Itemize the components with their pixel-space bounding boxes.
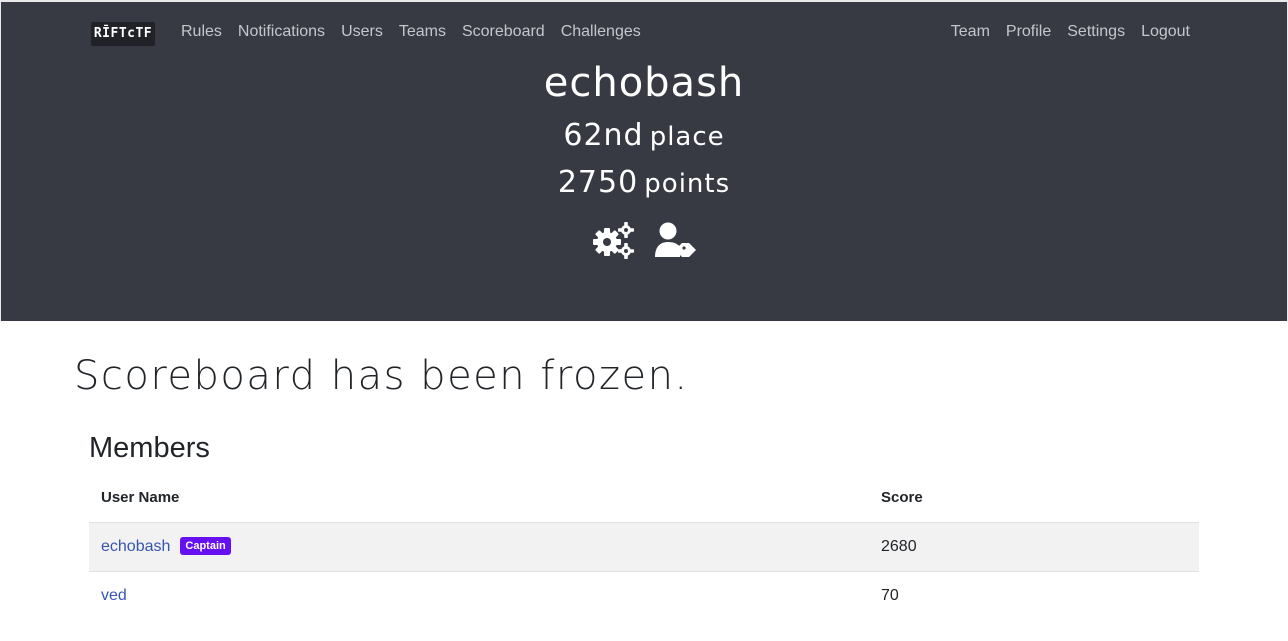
team-actions bbox=[1, 221, 1287, 259]
scoreboard-frozen-notice: Scoreboard has been frozen. bbox=[74, 353, 689, 399]
user-tag-icon[interactable] bbox=[653, 221, 697, 259]
nav-challenges-link[interactable]: Challenges bbox=[553, 21, 649, 43]
table-row: echobash Captain 2680 bbox=[89, 521, 1199, 571]
place-number: 62nd bbox=[563, 118, 644, 153]
table-header-row: User Name Score bbox=[89, 478, 1199, 523]
nav-team-link[interactable]: Team bbox=[943, 21, 998, 43]
members-table: User Name Score echobash Captain 2680 ved… bbox=[89, 478, 1199, 620]
captain-badge: Captain bbox=[180, 537, 231, 555]
points-label: points bbox=[644, 169, 731, 199]
team-header: RĪFTcTF Rules Notifications Users Teams … bbox=[0, 0, 1288, 321]
nav-rules-link[interactable]: Rules bbox=[173, 21, 230, 43]
points-number: 2750 bbox=[557, 165, 639, 200]
nav-notifications-link[interactable]: Notifications bbox=[230, 21, 333, 43]
table-row: ved 70 bbox=[89, 570, 1199, 620]
settings-gears-icon[interactable] bbox=[591, 221, 635, 259]
member-name-cell: echobash Captain bbox=[89, 521, 869, 571]
navbar: RĪFTcTF Rules Notifications Users Teams … bbox=[1, 2, 1287, 62]
member-score-cell: 2680 bbox=[869, 521, 1199, 571]
nav-profile-link[interactable]: Profile bbox=[998, 21, 1059, 43]
nav-logout-link[interactable]: Logout bbox=[1133, 21, 1198, 43]
team-place: 62nd place bbox=[1, 118, 1287, 153]
brand-logo[interactable]: RĪFTcTF bbox=[91, 22, 155, 46]
nav-users-link[interactable]: Users bbox=[333, 21, 391, 43]
member-name-cell: ved bbox=[89, 570, 869, 620]
place-label: place bbox=[649, 122, 725, 152]
nav-right: Team Profile Settings Logout bbox=[943, 21, 1198, 43]
nav-left: Rules Notifications Users Teams Scoreboa… bbox=[173, 21, 649, 43]
member-link[interactable]: echobash bbox=[101, 538, 170, 555]
team-points: 2750 points bbox=[1, 165, 1287, 200]
members-title: Members bbox=[89, 432, 210, 464]
nav-settings-link[interactable]: Settings bbox=[1059, 21, 1133, 43]
nav-teams-link[interactable]: Teams bbox=[391, 21, 454, 43]
nav-scoreboard-link[interactable]: Scoreboard bbox=[454, 21, 553, 43]
member-score-cell: 70 bbox=[869, 570, 1199, 620]
column-username: User Name bbox=[89, 478, 869, 523]
team-name: echobash bbox=[543, 60, 745, 106]
column-score: Score bbox=[869, 478, 1199, 523]
member-link[interactable]: ved bbox=[101, 587, 127, 604]
